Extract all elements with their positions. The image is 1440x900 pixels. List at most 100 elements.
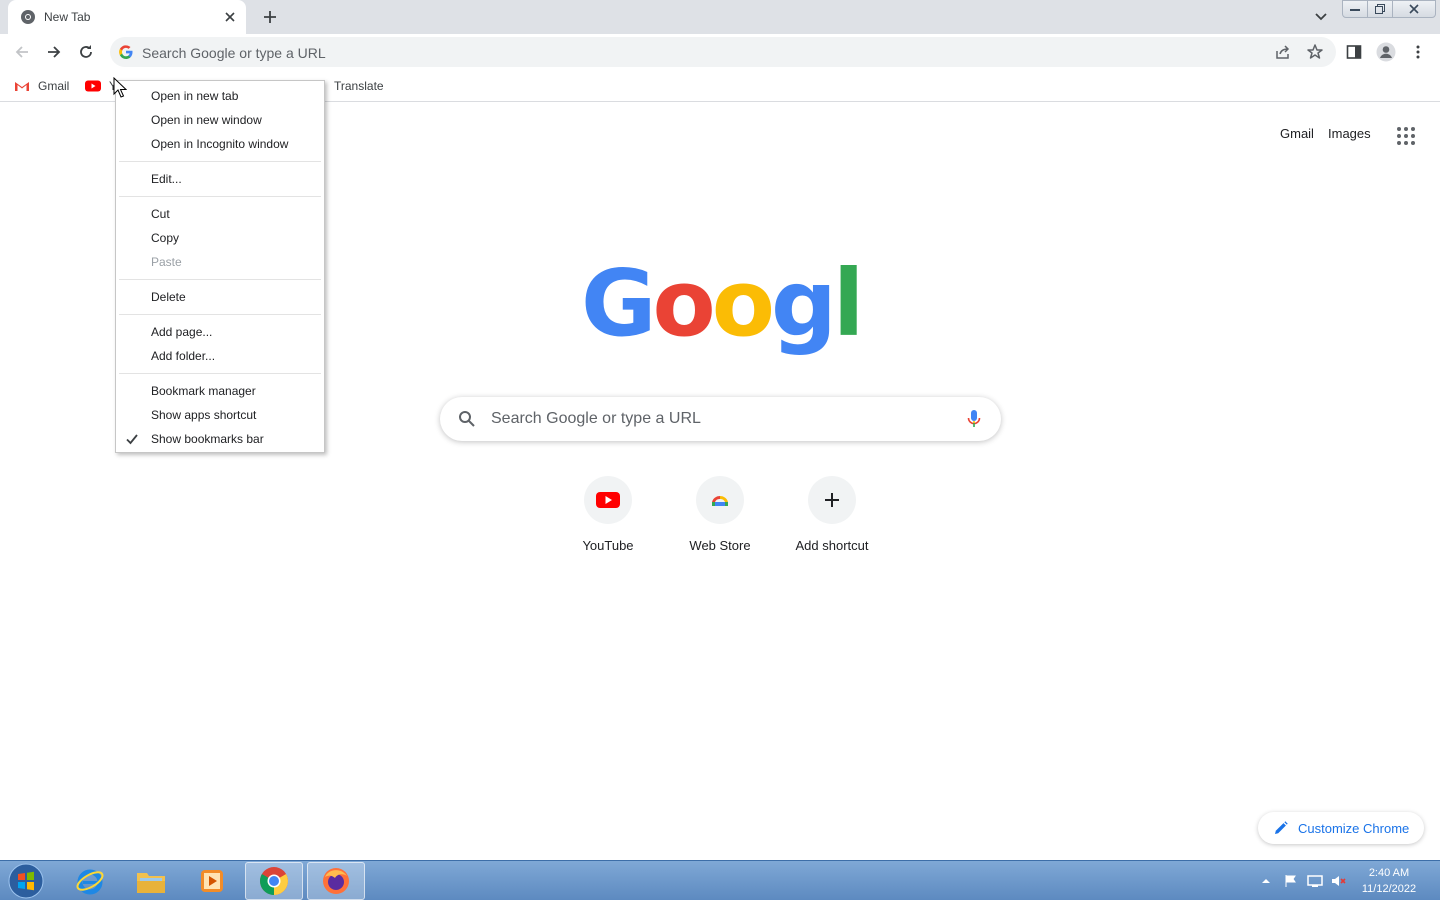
arrow-left-icon (15, 46, 28, 58)
show-hidden-icons-icon[interactable] (1260, 876, 1272, 886)
media-player-icon (201, 870, 223, 892)
menu-item-add-folder[interactable]: Add folder... (116, 344, 324, 368)
back-button[interactable] (8, 38, 36, 66)
menu-item-add-page[interactable]: Add page... (116, 320, 324, 344)
search-box[interactable]: Search Google or type a URL (440, 397, 1001, 441)
google-apps-icon[interactable] (1396, 126, 1416, 146)
google-logo: Google (581, 255, 859, 357)
mouse-cursor-icon (113, 77, 127, 98)
menu-item-label: Show apps shortcut (151, 408, 257, 422)
chevron-down-icon (1315, 13, 1327, 21)
forward-button[interactable] (40, 38, 68, 66)
menu-item-label: Cut (151, 207, 170, 221)
network-icon[interactable] (1307, 874, 1323, 888)
menu-item-copy[interactable]: Copy (116, 226, 324, 250)
close-icon (1409, 4, 1419, 14)
customize-chrome-button[interactable]: Customize Chrome (1258, 812, 1424, 844)
gmail-link[interactable]: Gmail (1280, 126, 1314, 141)
shortcut-youtube[interactable]: YouTube (552, 474, 664, 570)
reload-button[interactable] (72, 38, 100, 66)
tab-close-button[interactable] (220, 7, 240, 27)
minimize-icon (1350, 9, 1360, 11)
menu-item-open-new-window[interactable]: Open in new window (116, 108, 324, 132)
share-icon[interactable] (1274, 43, 1292, 61)
menu-item-label: Show bookmarks bar (151, 432, 264, 446)
reload-icon (80, 45, 92, 58)
menu-item-label: Bookmark manager (151, 384, 256, 398)
system-tray (1260, 861, 1347, 900)
shortcut-label: Web Store (689, 538, 751, 553)
restore-icon (1375, 4, 1385, 14)
tab-search-button[interactable] (1310, 6, 1332, 28)
shortcut-add[interactable]: Add shortcut (776, 474, 888, 570)
bookmark-gmail[interactable]: Gmail (14, 77, 69, 95)
taskbar-media-player[interactable] (183, 862, 241, 900)
avatar-icon (1376, 42, 1396, 62)
bookmark-label: Translate (334, 79, 384, 93)
shortcut-web-store[interactable]: Web Store (664, 474, 776, 570)
windows-logo-icon (8, 863, 44, 899)
svg-text:Google: Google (581, 255, 859, 357)
menu-item-show-apps-shortcut[interactable]: Show apps shortcut (116, 403, 324, 427)
menu-item-open-new-tab[interactable]: Open in new tab (116, 84, 324, 108)
menu-item-label: Paste (151, 255, 182, 269)
microphone-icon[interactable] (967, 409, 981, 429)
profile-button[interactable] (1376, 42, 1396, 62)
taskbar-file-explorer[interactable] (122, 862, 180, 900)
volume-muted-icon[interactable] (1331, 874, 1347, 888)
firefox-icon (323, 868, 349, 894)
gmail-icon (15, 82, 29, 91)
restore-button[interactable] (1367, 0, 1393, 18)
menu-separator (119, 314, 321, 315)
omnibox[interactable]: Search Google or type a URL (110, 37, 1336, 67)
images-link[interactable]: Images (1328, 126, 1371, 141)
omnibox-placeholder: Search Google or type a URL (142, 45, 326, 61)
start-button[interactable] (6, 862, 46, 900)
menu-item-cut[interactable]: Cut (116, 202, 324, 226)
menu-item-label: Copy (151, 231, 180, 245)
web-store-icon (712, 495, 728, 506)
close-icon (225, 12, 235, 22)
side-panel-button[interactable] (1344, 42, 1364, 62)
bookmark-star-icon[interactable] (1306, 43, 1324, 61)
menu-item-label: Add page... (151, 325, 213, 339)
bookmark-translate[interactable]: Translate (334, 77, 384, 95)
youtube-icon (596, 492, 620, 508)
menu-separator (119, 161, 321, 162)
menu-item-label: Open in Incognito window (151, 137, 289, 151)
pencil-icon (1275, 821, 1288, 834)
menu-item-edit[interactable]: Edit... (116, 167, 324, 191)
action-center-flag-icon[interactable] (1284, 874, 1298, 888)
shortcut-icon-circle (584, 476, 632, 524)
clock-date: 11/12/2022 (1361, 883, 1417, 895)
youtube-icon (85, 80, 101, 92)
system-clock[interactable]: 2:40 AM 11/12/2022 (1352, 865, 1426, 897)
taskbar-internet-explorer[interactable] (61, 862, 119, 900)
menu-item-paste: Paste (116, 250, 324, 274)
windows-taskbar: 2:40 AM 11/12/2022 (0, 860, 1440, 900)
customize-label: Customize Chrome (1298, 820, 1410, 836)
menu-item-label: Delete (151, 290, 186, 304)
arrow-right-icon (48, 46, 61, 58)
chrome-icon (260, 867, 288, 895)
minimize-button[interactable] (1342, 0, 1368, 18)
menu-separator (119, 279, 321, 280)
taskbar-chrome[interactable] (245, 862, 303, 900)
bookmark-label: Gmail (38, 79, 70, 93)
menu-item-open-incognito[interactable]: Open in Incognito window (116, 132, 324, 156)
checkmark-icon (126, 434, 138, 445)
clock-time: 2:40 AM (1368, 867, 1410, 879)
window-close-button[interactable] (1392, 0, 1436, 18)
taskbar-firefox[interactable] (307, 862, 365, 900)
shortcut-label: Add shortcut (795, 538, 869, 553)
menu-item-bookmark-manager[interactable]: Bookmark manager (116, 379, 324, 403)
menu-item-delete[interactable]: Delete (116, 285, 324, 309)
tab-new-tab[interactable]: New Tab (8, 0, 246, 34)
new-tab-button[interactable] (258, 5, 282, 29)
menu-item-show-bookmarks-bar[interactable]: Show bookmarks bar (116, 427, 324, 451)
google-g-icon (119, 45, 133, 59)
menu-item-label: Add folder... (151, 349, 216, 363)
chrome-menu-button[interactable] (1408, 42, 1428, 62)
more-vert-icon (1416, 45, 1420, 59)
plus-icon (264, 11, 276, 23)
